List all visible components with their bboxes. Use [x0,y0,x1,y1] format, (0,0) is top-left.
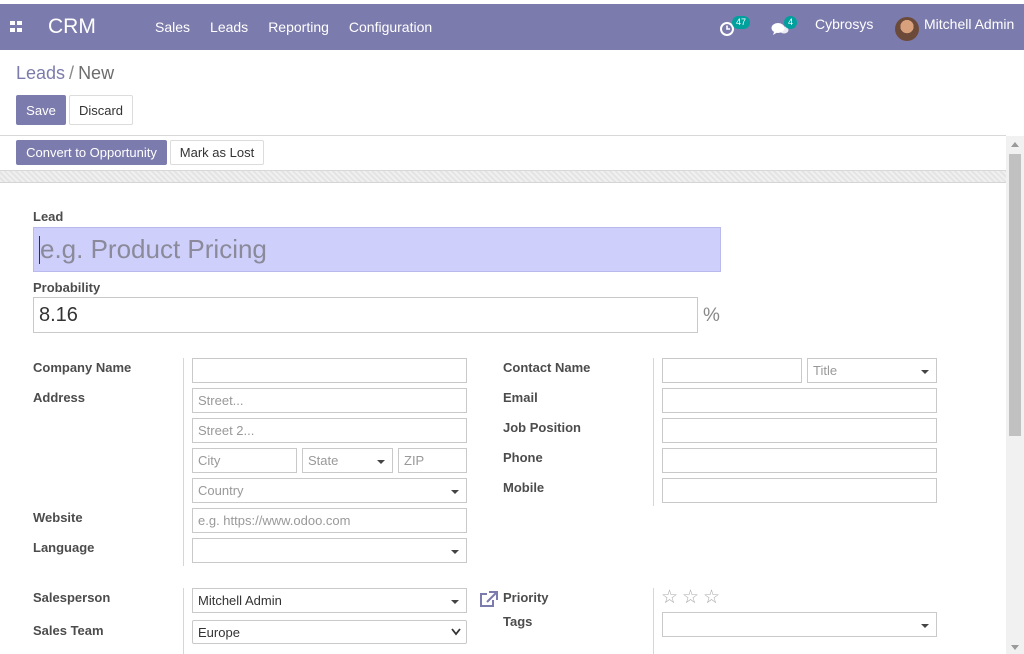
sheet-background [0,171,1006,183]
main-menu: Sales Leads Reporting Configuration [155,19,452,35]
email-label: Email [503,390,538,405]
convert-to-opportunity-button[interactable]: Convert to Opportunity [16,140,167,165]
salesperson-select[interactable]: Mitchell Admin [192,588,467,613]
probability-unit: % [703,305,720,326]
external-link-icon[interactable] [479,591,498,608]
job-position-label: Job Position [503,420,581,435]
group-divider [183,358,184,566]
email-input[interactable] [662,388,937,413]
job-position-input[interactable] [662,418,937,443]
chevron-down-icon [451,628,461,636]
street2-input[interactable]: Street 2... [192,418,467,443]
user-menu[interactable]: Mitchell Admin [924,16,1014,32]
country-select[interactable]: Country [192,478,467,503]
probability-label: Probability [33,280,101,295]
sales-team-label: Sales Team [33,623,104,638]
priority-star-icon[interactable]: ☆ [703,586,720,609]
activity-count-badge: 47 [732,16,751,29]
state-select[interactable]: State [302,448,393,473]
vertical-scrollbar[interactable] [1006,136,1024,654]
salesperson-label: Salesperson [33,590,111,605]
tags-label: Tags [503,614,533,629]
city-input[interactable]: City [192,448,297,473]
scroll-up-icon[interactable] [1011,142,1019,147]
website-input[interactable]: e.g. https://www.odoo.com [192,508,467,533]
lead-name-input[interactable]: e.g. Product Pricing [33,227,721,272]
priority-label: Priority [503,590,549,605]
sales-team-select[interactable]: Europe [192,620,467,644]
apps-menu-icon[interactable] [10,21,23,33]
address-label: Address [33,390,86,405]
website-label: Website [33,510,83,525]
language-label: Language [33,540,95,555]
message-count-badge: 4 [784,16,798,29]
title-select[interactable]: Title [807,358,937,383]
save-button[interactable]: Save [16,95,66,125]
mobile-input[interactable] [662,478,937,503]
zip-input[interactable]: ZIP [398,448,467,473]
menu-reporting[interactable]: Reporting [268,19,329,35]
group-divider [653,588,654,654]
scrollbar-thumb[interactable] [1009,154,1021,436]
tags-select[interactable] [662,612,937,637]
scroll-down-icon[interactable] [1011,645,1019,650]
menu-leads[interactable]: Leads [210,19,248,35]
probability-input[interactable]: 8.16 [33,297,698,333]
discard-button[interactable]: Discard [69,95,133,125]
group-divider [183,588,184,654]
mark-as-lost-button[interactable]: Mark as Lost [170,140,264,165]
top-navbar: CRM Sales Leads Reporting Configuration … [0,4,1024,50]
contact-name-label: Contact Name [503,360,591,375]
phone-label: Phone [503,450,543,465]
mobile-label: Mobile [503,480,545,495]
lead-label: Lead [33,209,64,224]
company-name-input[interactable] [192,358,467,383]
user-avatar[interactable] [895,17,919,41]
contact-name-input[interactable] [662,358,802,383]
menu-configuration[interactable]: Configuration [349,19,432,35]
company-name-label: Company Name [33,360,132,375]
priority-star-icon[interactable]: ☆ [682,586,699,609]
priority-star-icon[interactable]: ☆ [661,586,678,609]
breadcrumb: Leads / New [16,63,114,84]
group-divider [653,358,654,506]
app-title[interactable]: CRM [48,15,96,39]
phone-input[interactable] [662,448,937,473]
breadcrumb-separator: / [69,63,75,83]
language-select[interactable] [192,538,467,563]
menu-sales[interactable]: Sales [155,19,190,35]
breadcrumb-current: New [78,63,115,83]
company-switcher[interactable]: Cybrosys [815,16,873,32]
lead-name-placeholder: e.g. Product Pricing [40,234,267,264]
breadcrumb-leads[interactable]: Leads [16,63,65,83]
street-input[interactable]: Street... [192,388,467,413]
